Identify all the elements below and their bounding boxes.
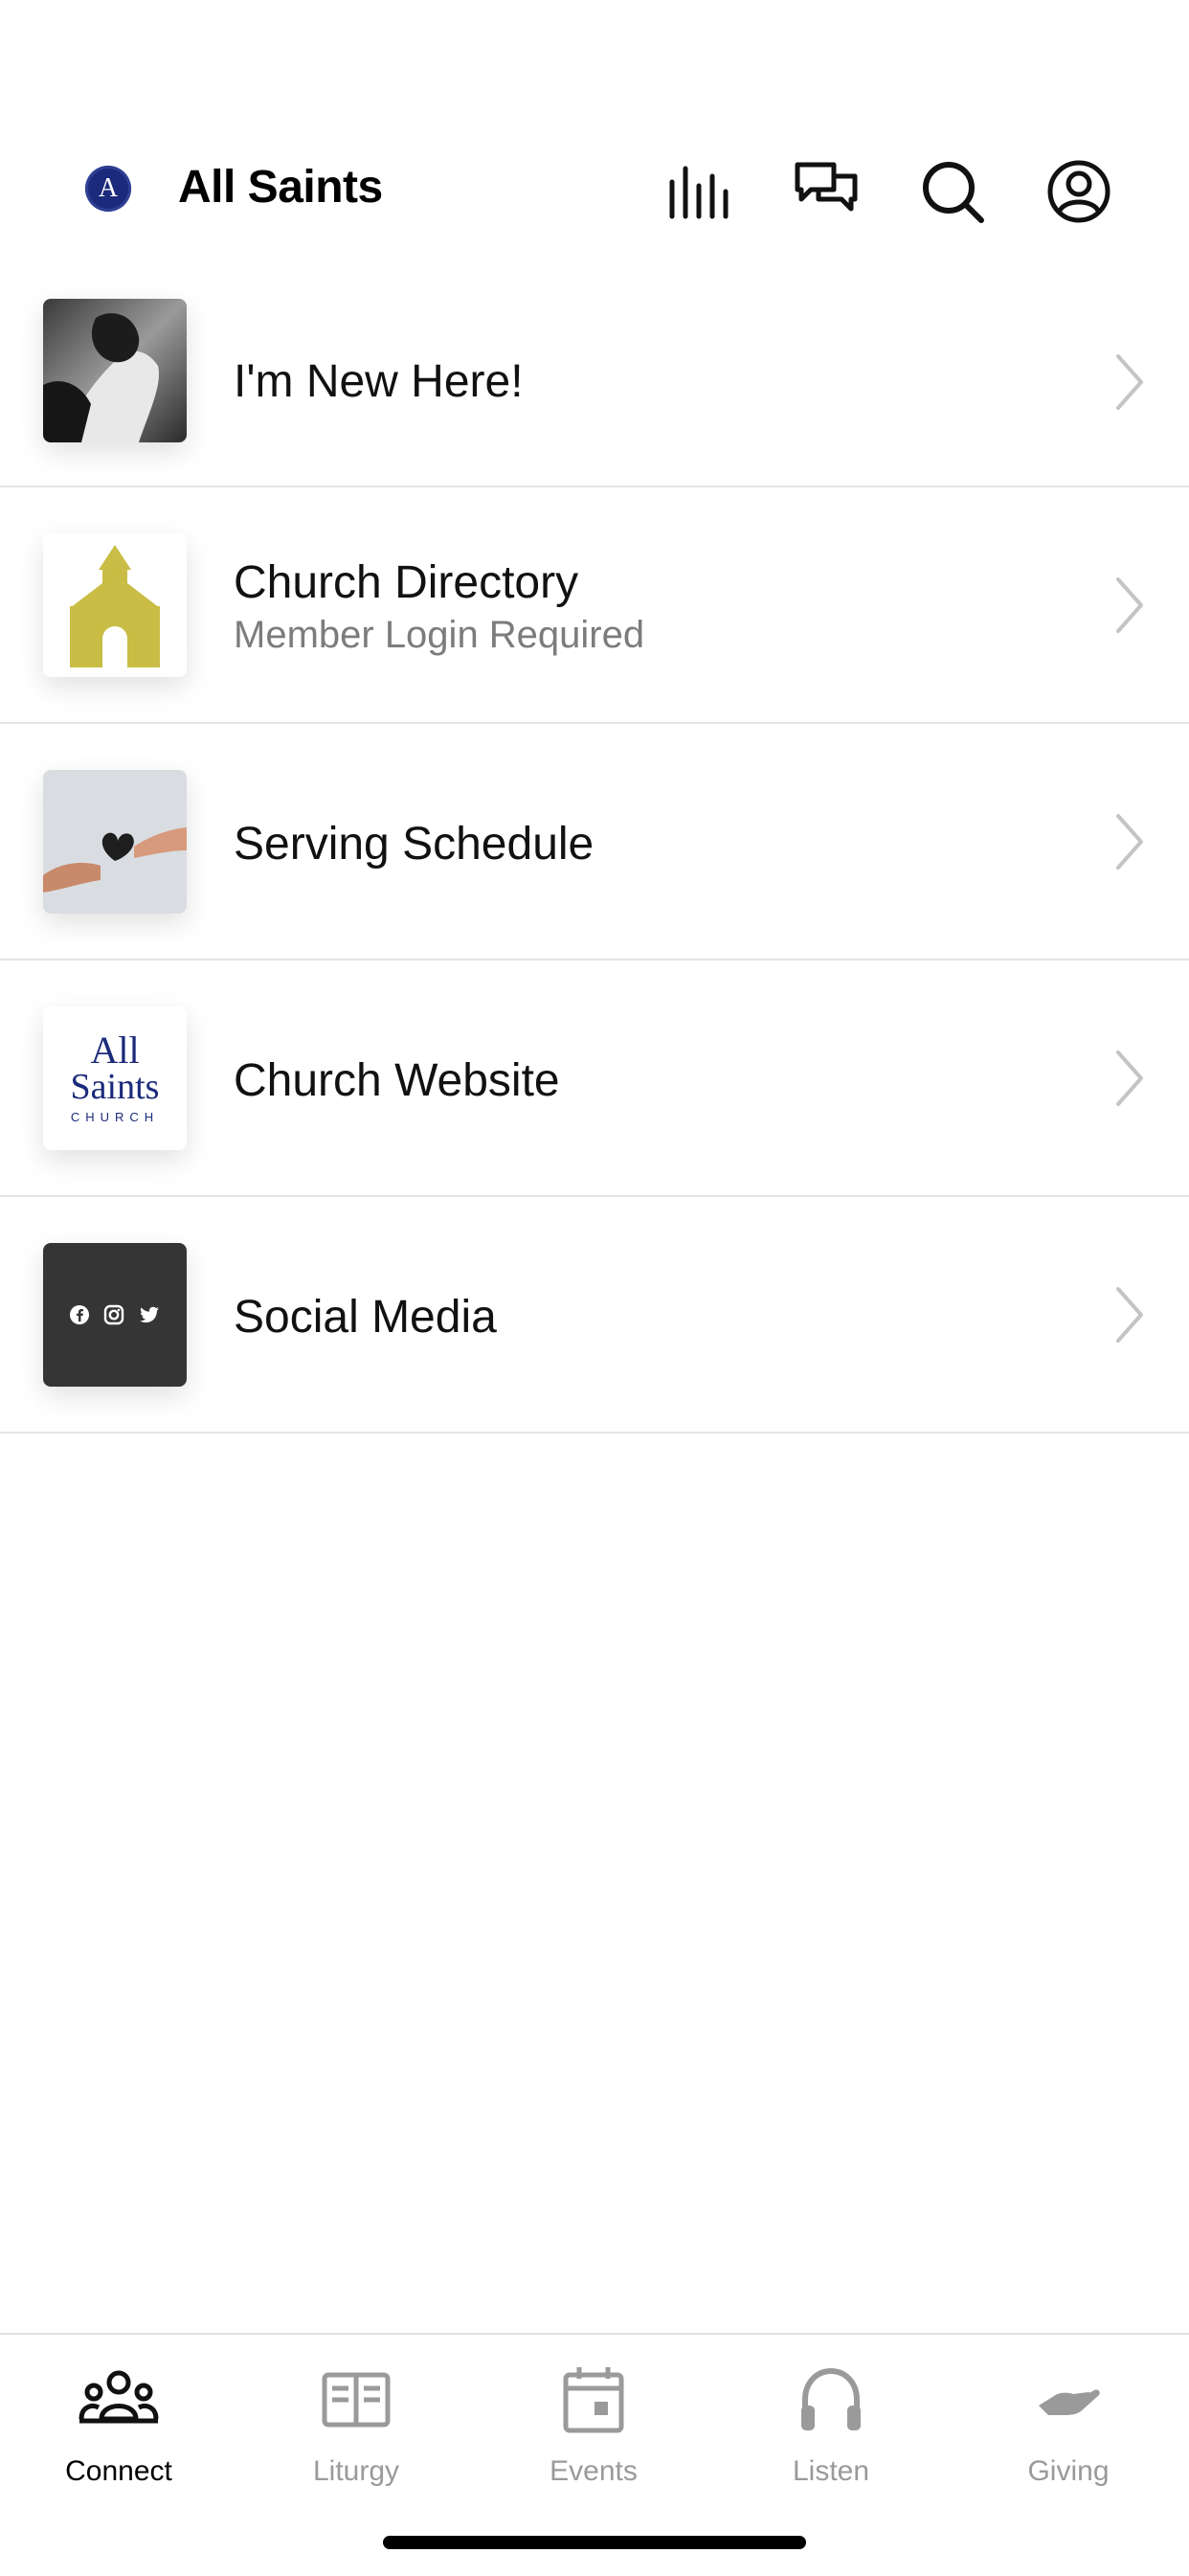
chevron-right-icon (1116, 1287, 1143, 1343)
tab-label: Giving (1027, 2455, 1110, 2487)
giving-hand-icon (1039, 2389, 1100, 2415)
people-group-icon (79, 2370, 159, 2424)
chevron-right-icon (1116, 814, 1143, 870)
tab-label: Connect (65, 2455, 172, 2487)
connect-list: I'm New Here! Church Directory Member Lo… (0, 278, 1189, 1434)
logo-text-church: CHURCH (70, 1109, 160, 1124)
tab-label: Liturgy (312, 2455, 400, 2487)
calendar-icon (563, 2367, 624, 2433)
twitter-icon (140, 1306, 159, 1322)
home-indicator[interactable] (383, 2536, 806, 2549)
social-icons (43, 1243, 187, 1387)
tab-events[interactable]: Events (475, 2358, 712, 2488)
list-item-social-media[interactable]: Social Media (0, 1197, 1189, 1434)
tab-label: Events (550, 2455, 638, 2487)
instagram-icon (103, 1304, 124, 1325)
list-item-church-website[interactable]: All Saints CHURCH Church Website (0, 960, 1189, 1197)
tab-connect[interactable]: Connect (0, 2358, 237, 2488)
search-icon[interactable] (914, 153, 991, 230)
chat-bubbles-icon[interactable] (788, 153, 864, 230)
headphones-icon (801, 2367, 861, 2430)
list-item-title: Social Media (234, 1292, 497, 1343)
tab-liturgy[interactable]: Liturgy (237, 2358, 475, 2488)
logo-text-saints: Saints (70, 1066, 160, 1107)
open-book-icon (322, 2372, 391, 2428)
church-logo[interactable]: A (85, 166, 131, 212)
list-item-church-directory[interactable]: Church Directory Member Login Required (0, 487, 1189, 724)
list-item-title: Church Website (234, 1055, 560, 1106)
list-item-title: Church Directory (234, 557, 579, 608)
audio-bars-icon[interactable] (661, 153, 737, 230)
list-item-new-here[interactable]: I'm New Here! (0, 278, 1189, 487)
logo-letter: A (98, 173, 119, 203)
chevron-right-icon (1116, 1051, 1143, 1106)
facebook-icon (70, 1305, 89, 1324)
logo-text-all: All (90, 1028, 140, 1072)
welcome-hands-photo (43, 299, 187, 442)
profile-icon[interactable] (1041, 153, 1117, 230)
tab-giving[interactable]: Giving (950, 2358, 1187, 2488)
tab-listen[interactable]: Listen (712, 2358, 950, 2488)
all-saints-logo: All Saints CHURCH (43, 1006, 187, 1150)
list-item-title: Serving Schedule (234, 819, 594, 870)
list-item-title: I'm New Here! (234, 355, 524, 407)
app-header: A All Saints (0, 0, 1189, 268)
tab-label: Listen (792, 2455, 870, 2487)
church-building-icon (43, 533, 187, 677)
heart-hands-photo (43, 770, 187, 914)
list-item-serving-schedule[interactable]: Serving Schedule (0, 724, 1189, 960)
app-title: All Saints (178, 162, 383, 213)
chevron-right-icon (1116, 577, 1143, 633)
chevron-right-icon (1116, 354, 1143, 410)
list-item-subtitle: Member Login Required (234, 614, 645, 656)
